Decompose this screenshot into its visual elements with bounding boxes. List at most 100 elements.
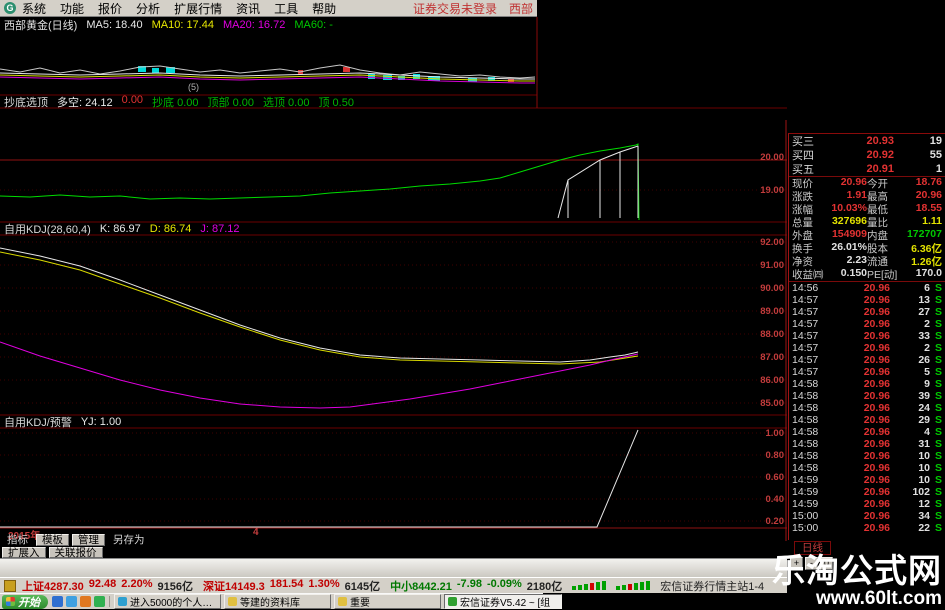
tab-模板[interactable]: 模板: [36, 534, 69, 546]
tick-volume: 24: [918, 402, 930, 414]
tick-time: 14:58: [792, 450, 819, 462]
tab-扩展入[interactable]: 扩展入: [2, 547, 46, 558]
tick-price: 20.96: [863, 282, 890, 294]
tab-另存为[interactable]: 另存为: [108, 534, 150, 546]
quote-field-label: 收益㈣: [792, 269, 824, 281]
menu-item[interactable]: 功能: [60, 0, 84, 16]
tick-volume: 5: [924, 366, 930, 378]
tick-row: 14:59 20.96 10 S: [789, 474, 945, 486]
y-axis-label: 0.20: [765, 516, 785, 527]
menu-item[interactable]: 分析: [136, 0, 160, 16]
quote-panel: 买三 20.93 19 买四 20.92 55 买五 20.91 1 现价 20.96 今开 18.7…: [788, 133, 945, 540]
tab-管理[interactable]: 管理: [72, 534, 105, 546]
kline-annotation: (5): [188, 82, 199, 92]
y-axis-label: 0.60: [765, 472, 785, 483]
connection-signal-bars: [572, 581, 651, 590]
tick-price: 20.96: [863, 450, 890, 462]
tick-price: 20.96: [863, 486, 890, 498]
tick-flag: S: [934, 390, 942, 402]
y-axis-label: 85.00: [760, 398, 784, 409]
tick-price: 20.96: [863, 426, 890, 438]
menu-item[interactable]: 工具: [274, 0, 298, 16]
buy-queue: 买三 20.93 19 买四 20.92 55 买五 20.91 1: [789, 134, 945, 176]
tick-volume: 10: [918, 450, 930, 462]
tick-price: 20.96: [863, 510, 890, 522]
indicator-kdj-row: 自用KDJ(28,60,4) K: 86.97 D: 86.74 J: 87.12: [4, 222, 240, 236]
tick-volume: 31: [918, 438, 930, 450]
signal-bar: [634, 583, 639, 590]
show-desktop-icon[interactable]: [66, 596, 77, 607]
signal-bar: [578, 585, 583, 590]
tick-flag: S: [934, 474, 942, 486]
indicator-value: 多空: 24.12: [57, 96, 113, 109]
app-logo-icon: G: [4, 2, 16, 14]
buy-price: 20.91: [866, 163, 894, 175]
tick-flag: S: [934, 426, 942, 438]
tick-row: 14:58 20.96 4 S: [789, 426, 945, 438]
buy-volume: 19: [929, 135, 942, 147]
tick-row: 14:57 20.96 27 S: [789, 306, 945, 318]
tick-price: 20.96: [863, 438, 890, 450]
indicator-value: D: 86.74: [149, 222, 192, 235]
tick-row: 14:57 20.96 2 S: [789, 342, 945, 354]
taskbar-button[interactable]: 等建的资料库: [224, 594, 331, 609]
tick-row: 14:57 20.96 13 S: [789, 294, 945, 306]
tab-指标[interactable]: 指标: [2, 534, 33, 546]
buy-queue-row: 买四 20.92 55: [789, 148, 945, 162]
buy-price: 20.93: [866, 135, 894, 147]
menu-item[interactable]: 帮助: [312, 0, 336, 16]
tick-price: 20.96: [863, 330, 890, 342]
tick-price: 20.96: [863, 462, 890, 474]
taskbar-button[interactable]: 宏信证券V5.42 ~ [组: [444, 594, 562, 609]
task-buttons: 进入5000的个人空间 等建的资料库 重要 宏信证券V5.42 ~ [组: [114, 594, 562, 609]
signal-bar: [640, 582, 645, 590]
messenger-icon[interactable]: [94, 596, 105, 607]
menu-item[interactable]: 资讯: [236, 0, 260, 16]
ie-icon[interactable]: [52, 596, 63, 607]
tick-time: 14:57: [792, 306, 819, 318]
tab-关联报价[interactable]: 关联报价: [48, 547, 103, 558]
tick-flag: S: [934, 486, 942, 498]
y-axis-label: 91.00: [760, 260, 784, 271]
ma-value: MA10: 17.44: [151, 18, 214, 31]
media-player-icon[interactable]: [80, 596, 91, 607]
start-button[interactable]: 开始: [2, 594, 48, 609]
tick-flag: S: [934, 354, 942, 366]
y-axis-label: 86.00: [760, 375, 784, 386]
index-change: -7.98: [456, 577, 482, 590]
taskbar-button-icon: [228, 597, 237, 606]
taskbar-button-icon: [338, 597, 347, 606]
tick-row: 14:58 20.96 29 S: [789, 414, 945, 426]
quote-info-cell: PE[动] 170.0: [867, 267, 942, 282]
buy-queue-row: 买三 20.93 19: [789, 134, 945, 148]
tick-time: 14:57: [792, 354, 819, 366]
indicator-value: J: 87.12: [200, 222, 240, 235]
bottom-panel-strip: [0, 558, 787, 578]
tick-flag: S: [934, 318, 942, 330]
kdj-j-line: [0, 341, 639, 409]
indicator-value: YJ: 1.00: [80, 415, 122, 428]
taskbar-button[interactable]: 重要: [334, 594, 441, 609]
menu-item[interactable]: 扩展行情: [174, 0, 222, 16]
index-quote: 中小8442.21 -7.98 -0.09% 2180亿: [390, 577, 562, 593]
taskbar-button[interactable]: 进入5000的个人空间: [114, 594, 221, 609]
tick-time: 14:58: [792, 390, 819, 402]
tick-price: 20.96: [863, 366, 890, 378]
y-axis-label: 1.00: [765, 428, 785, 439]
tick-time: 14:58: [792, 438, 819, 450]
index-quotes: 上证4287.30 92.48 2.20% 9156亿 深证14149.3 181.54 1…: [22, 577, 562, 593]
start-button-label: 开始: [18, 596, 40, 609]
tick-row: 14:57 20.96 2 S: [789, 318, 945, 330]
menu-bar: G 系统 功能 报价 分析 扩展行情 资讯 工具 帮助 证券交易未登录 西部: [0, 0, 537, 17]
tick-price: 20.96: [863, 294, 890, 306]
tick-row: 14:59 20.96 102 S: [789, 486, 945, 498]
menu-item[interactable]: 系统: [22, 0, 46, 16]
tick-time: 14:58: [792, 462, 819, 474]
duokong-line: [0, 143, 640, 221]
tick-time: 14:57: [792, 294, 819, 306]
tick-time: 14:58: [792, 414, 819, 426]
menu-item[interactable]: 报价: [98, 0, 122, 16]
quote-field-value: 170.0: [915, 267, 942, 279]
indicator-values: YJ: 1.00: [81, 416, 121, 428]
indicator-value: 顶 0.50: [318, 96, 354, 109]
